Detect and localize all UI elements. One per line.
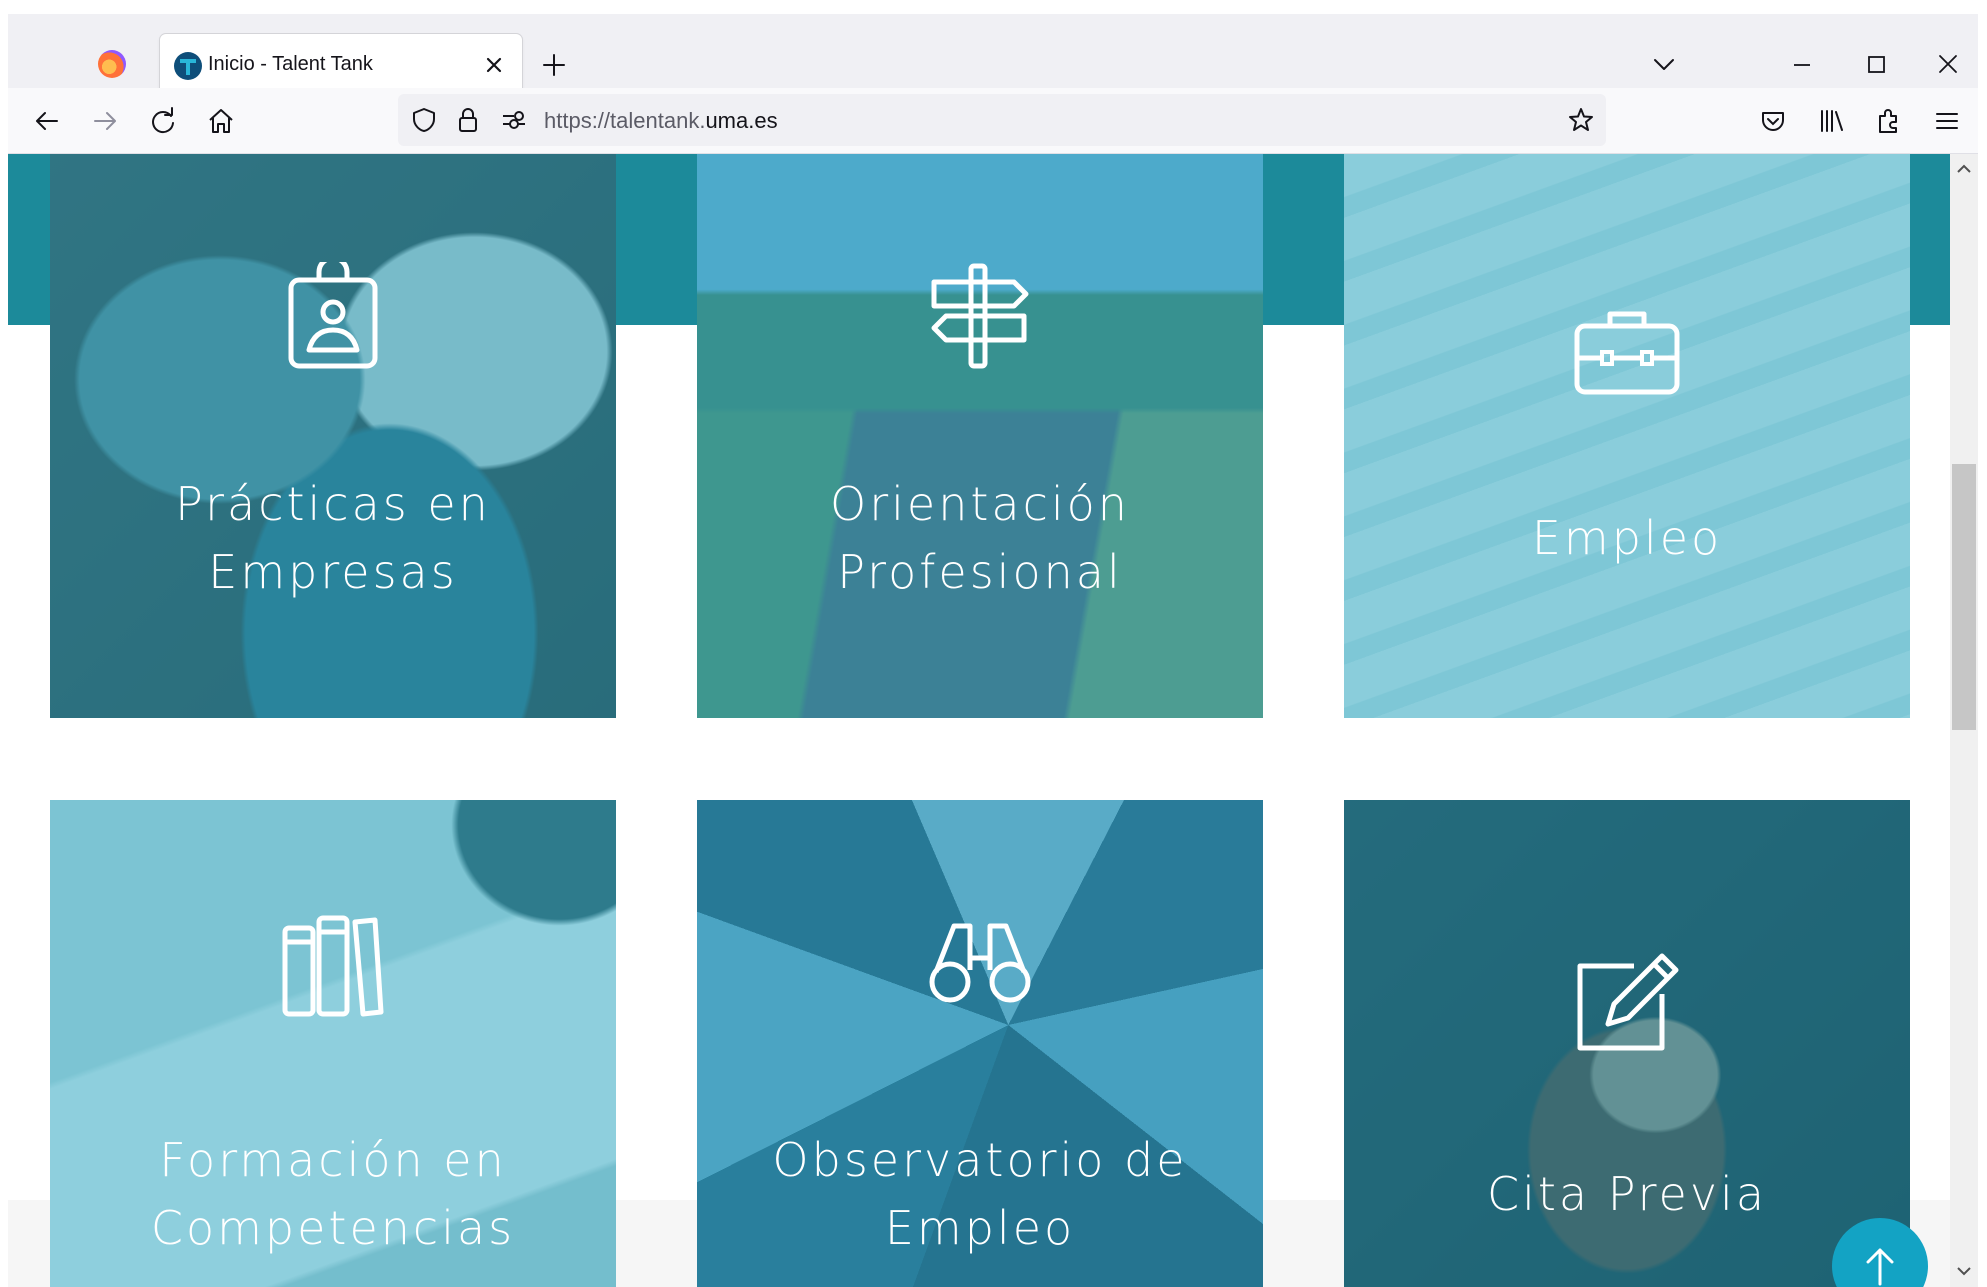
card-title-line1: Formación en — [159, 1133, 507, 1187]
edit-pencil-icon — [1572, 950, 1682, 1058]
card-title-line1: Cita Previa — [1486, 1167, 1768, 1221]
page-viewport: Prácticas en Empresas Orientación Profes… — [8, 154, 1950, 1287]
pocket-icon[interactable] — [1756, 104, 1790, 138]
maximize-window-icon[interactable] — [1860, 50, 1892, 80]
card-title-line2: Empleo — [884, 1201, 1076, 1255]
firefox-icon[interactable] — [98, 50, 126, 78]
card-title-line2: Competencias — [150, 1201, 516, 1255]
briefcase-icon — [1572, 306, 1682, 402]
reload-icon[interactable] — [146, 104, 180, 138]
tab-active[interactable]: Inicio - Talent Tank — [160, 34, 522, 96]
card-title-line2: Empresas — [208, 545, 458, 599]
lock-icon[interactable] — [454, 106, 482, 134]
minimize-window-icon[interactable] — [1786, 50, 1818, 80]
books-icon — [279, 912, 387, 1024]
url-prefix: https://talentank. — [544, 108, 706, 133]
card-title: Empleo — [1344, 504, 1910, 572]
card-title: Orientación Profesional — [697, 470, 1263, 606]
tab-list-chevron-down-icon[interactable] — [1648, 50, 1680, 78]
card-observatorio[interactable]: Observatorio de Empleo — [697, 800, 1263, 1287]
navigation-toolbar: https://talentank.uma.es — [8, 88, 1978, 154]
card-title-line1: Observatorio de — [772, 1133, 1188, 1187]
card-title: Formación en Competencias — [50, 1126, 616, 1262]
card-title: Cita Previa — [1344, 1160, 1910, 1228]
card-overlay — [50, 154, 616, 718]
card-orientacion[interactable]: Orientación Profesional — [697, 154, 1263, 718]
card-formacion[interactable]: Formación en Competencias — [50, 800, 616, 1287]
back-arrow-icon[interactable] — [30, 104, 64, 138]
card-title-line2: Profesional — [837, 545, 1123, 599]
close-window-icon[interactable] — [1932, 50, 1964, 80]
card-overlay — [1344, 154, 1910, 718]
scrollbar-thumb[interactable] — [1952, 464, 1976, 730]
signpost-icon — [928, 262, 1032, 376]
hamburger-menu-icon[interactable] — [1930, 104, 1964, 138]
card-title: Observatorio de Empleo — [697, 1126, 1263, 1262]
extensions-icon[interactable] — [1872, 104, 1906, 138]
card-practicas[interactable]: Prácticas en Empresas — [50, 154, 616, 718]
card-title: Prácticas en Empresas — [50, 470, 616, 606]
card-title-line1: Prácticas en — [175, 477, 491, 531]
card-title-line1: Orientación — [830, 477, 1130, 531]
scroll-down-arrow-icon[interactable] — [1954, 1262, 1974, 1280]
card-empleo[interactable]: Empleo — [1344, 154, 1910, 718]
card-overlay — [697, 154, 1263, 718]
permissions-icon[interactable] — [500, 106, 528, 134]
tab-title: Inicio - Talent Tank — [208, 53, 373, 75]
scroll-up-arrow-icon[interactable] — [1954, 160, 1974, 178]
tracking-shield-icon[interactable] — [410, 106, 438, 134]
talent-tank-favicon-icon — [174, 52, 202, 80]
forward-arrow-icon[interactable] — [88, 104, 122, 138]
url-text[interactable]: https://talentank.uma.es — [544, 108, 778, 134]
page-scrollbar[interactable] — [1950, 154, 1978, 1287]
id-badge-icon — [285, 255, 381, 376]
star-icon[interactable] — [1566, 105, 1596, 135]
card-cita-previa[interactable]: Cita Previa — [1344, 800, 1910, 1287]
arrow-up-icon — [1866, 1248, 1894, 1286]
close-tab-icon[interactable] — [480, 51, 508, 79]
library-icon[interactable] — [1814, 104, 1848, 138]
tab-bar: Inicio - Talent Tank — [8, 14, 1978, 96]
home-icon[interactable] — [204, 104, 238, 138]
card-title-line1: Empleo — [1531, 511, 1723, 565]
url-bar[interactable]: https://talentank.uma.es — [398, 94, 1606, 146]
binoculars-icon — [926, 918, 1034, 1010]
new-tab-plus-icon[interactable] — [538, 49, 570, 81]
url-domain: uma.es — [705, 108, 778, 133]
